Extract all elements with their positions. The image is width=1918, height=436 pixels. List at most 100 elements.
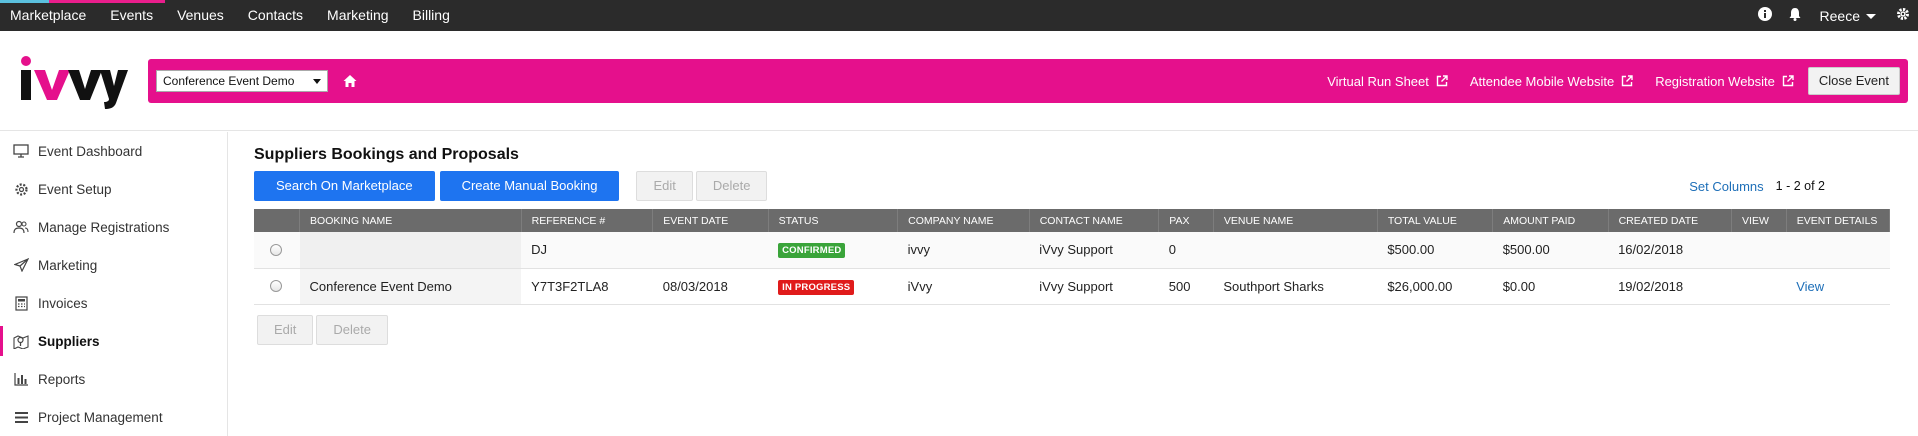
search-on-marketplace-button[interactable]: Search On Marketplace: [254, 171, 435, 201]
view-event-details-link[interactable]: View: [1796, 279, 1824, 294]
view-cell: [1731, 232, 1787, 269]
home-icon[interactable]: [342, 73, 358, 89]
venue-cell: [1213, 232, 1378, 269]
sidebar-item-label: Suppliers: [38, 333, 100, 349]
status-badge: IN PROGRESS: [778, 279, 855, 295]
virtual-run-sheet-link[interactable]: Virtual Run Sheet: [1327, 74, 1448, 89]
gear-icon: [13, 181, 29, 197]
registration-website-link[interactable]: Registration Website: [1655, 74, 1794, 89]
column-header-event-details: EVENT DETAILS: [1786, 209, 1891, 232]
close-event-button[interactable]: Close Event: [1807, 67, 1900, 95]
row-select-cell: [254, 232, 300, 269]
set-columns-link[interactable]: Set Columns: [1689, 179, 1763, 194]
sidebar-item-label: Event Setup: [38, 181, 112, 197]
users-icon: [13, 219, 29, 235]
sidebar-item-event-dashboard[interactable]: Event Dashboard: [0, 132, 227, 170]
event-details-cell: [1786, 232, 1890, 269]
paper-plane-icon: [13, 257, 29, 273]
status-cell: IN PROGRESS: [768, 268, 898, 305]
column-header-amount-paid[interactable]: AMOUNT PAID: [1492, 209, 1609, 232]
pax-cell: 500: [1158, 268, 1214, 305]
edit-button[interactable]: Edit: [636, 171, 693, 201]
row-select-cell: [254, 268, 300, 305]
bell-icon[interactable]: [1780, 7, 1810, 24]
nav-marketing[interactable]: Marketing: [315, 0, 400, 31]
chevron-down-icon: [1866, 14, 1876, 20]
sidebar-item-invoices[interactable]: Invoices: [0, 284, 227, 322]
column-header-reference[interactable]: REFERENCE #: [521, 209, 654, 232]
view-cell: [1731, 268, 1787, 305]
column-header-status[interactable]: STATUS: [768, 209, 899, 232]
column-header-booking-name[interactable]: BOOKING NAME: [299, 209, 522, 232]
column-header-event-date[interactable]: EVENT DATE: [652, 209, 769, 232]
column-header-company-name[interactable]: COMPANY NAME: [897, 209, 1030, 232]
column-header-pax[interactable]: PAX: [1158, 209, 1214, 232]
venue-cell: Southport Sharks: [1213, 268, 1378, 305]
column-header-venue-name[interactable]: VENUE NAME: [1213, 209, 1378, 232]
table-row[interactable]: DJ CONFIRMED ivvy iVvy Support 0 $500.00…: [254, 232, 1890, 269]
sidebar-item-project-management[interactable]: Project Management: [0, 398, 227, 436]
sidebar-item-marketing[interactable]: Marketing: [0, 246, 227, 284]
status-cell: CONFIRMED: [768, 232, 898, 269]
contact-cell: iVvy Support: [1029, 232, 1159, 269]
sidebar-item-manage-registrations[interactable]: Manage Registrations: [0, 208, 227, 246]
status-badge: CONFIRMED: [778, 243, 846, 259]
event-select[interactable]: Conference Event Demo: [156, 70, 328, 92]
dropdown-arrow-icon: [313, 79, 321, 84]
sidebar-item-label: Manage Registrations: [38, 219, 170, 235]
sidebar-item-label: Invoices: [38, 295, 88, 311]
event-select-value: Conference Event Demo: [163, 74, 295, 88]
gear-icon[interactable]: [1888, 7, 1918, 24]
page-title: Suppliers Bookings and Proposals: [254, 146, 519, 163]
reference-cell: DJ: [521, 232, 653, 269]
user-menu[interactable]: Reece: [1810, 8, 1888, 24]
row-radio-button[interactable]: [270, 280, 282, 292]
total-value-cell: $500.00: [1377, 232, 1493, 269]
external-link-icon: [1782, 75, 1794, 87]
created-date-cell: 16/02/2018: [1608, 232, 1732, 269]
map-pin-icon: [13, 333, 29, 349]
sidebar: Event Dashboard Event Setup Manage Regis…: [0, 132, 228, 436]
pagination-info: 1 - 2 of 2: [1775, 179, 1825, 193]
event-details-cell: View: [1786, 268, 1890, 305]
info-icon[interactable]: [1750, 7, 1780, 24]
amount-paid-cell: $0.00: [1492, 268, 1609, 305]
link-label: Attendee Mobile Website: [1469, 73, 1615, 89]
sidebar-item-label: Project Management: [38, 409, 163, 425]
event-date-cell: 08/03/2018: [652, 268, 769, 305]
monitor-icon: [13, 143, 29, 159]
column-header-contact-name[interactable]: CONTACT NAME: [1029, 209, 1160, 232]
bottom-actions: Edit Delete: [257, 314, 1890, 345]
bar-chart-icon: [13, 371, 29, 387]
create-manual-booking-button[interactable]: Create Manual Booking: [439, 171, 620, 201]
attendee-mobile-website-link[interactable]: Attendee Mobile Website: [1470, 74, 1633, 89]
nav-events[interactable]: Events: [98, 0, 165, 31]
nav-contacts[interactable]: Contacts: [236, 0, 315, 31]
total-value-cell: $26,000.00: [1377, 268, 1493, 305]
row-radio-button[interactable]: [270, 243, 282, 256]
nav-venues[interactable]: Venues: [165, 0, 236, 31]
external-link-icon: [1436, 75, 1448, 87]
delete-button[interactable]: Delete: [695, 171, 768, 201]
event-date-cell: [652, 232, 769, 269]
edit-button-bottom[interactable]: Edit: [257, 314, 314, 345]
sidebar-item-suppliers[interactable]: Suppliers: [0, 322, 227, 360]
nav-marketplace[interactable]: Marketplace: [0, 0, 99, 31]
table-row[interactable]: Conference Event Demo Y7T3F2TLA8 08/03/2…: [254, 268, 1890, 305]
list-icon: [13, 409, 29, 425]
column-header-created-date[interactable]: CREATED DATE: [1608, 209, 1733, 232]
pax-cell: 0: [1158, 232, 1214, 269]
column-header-total-value[interactable]: TOTAL VALUE: [1377, 209, 1494, 232]
toolbar: Search On Marketplace Create Manual Book…: [254, 171, 1890, 201]
table-header-row: BOOKING NAME REFERENCE # EVENT DATE STAT…: [254, 209, 1891, 232]
created-date-cell: 19/02/2018: [1608, 268, 1732, 305]
ivvy-logo: [21, 56, 128, 109]
nav-billing[interactable]: Billing: [401, 0, 462, 31]
delete-button-bottom[interactable]: Delete: [316, 314, 388, 345]
sidebar-item-reports[interactable]: Reports: [0, 360, 227, 398]
column-header-view: VIEW: [1731, 209, 1787, 232]
external-link-icon: [1621, 75, 1633, 87]
company-cell: ivvy: [897, 232, 1030, 269]
bookings-table: BOOKING NAME REFERENCE # EVENT DATE STAT…: [254, 209, 1891, 305]
sidebar-item-event-setup[interactable]: Event Setup: [0, 170, 227, 208]
